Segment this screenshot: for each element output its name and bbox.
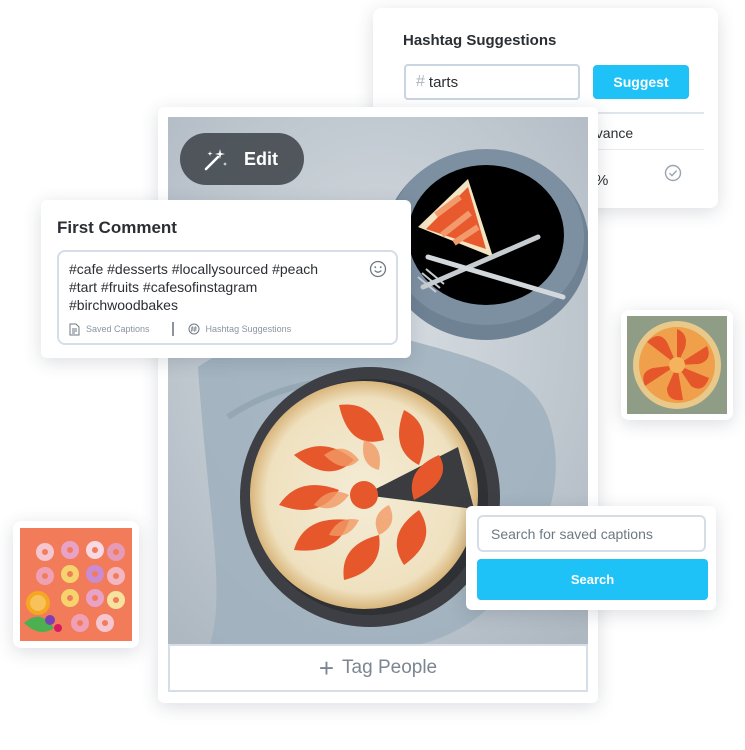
comment-line: #tart #fruits #cafesofinstagram [69,279,258,295]
saved-captions-label: Saved Captions [86,324,150,334]
post-card: + Tag People [158,107,598,703]
first-comment-text: #cafe #desserts #locallysourced #peach #… [69,260,359,314]
plus-icon: + [318,653,335,683]
hashtag-suggestions-link[interactable]: Hashtag Suggestions [188,323,292,335]
edit-label: Edit [244,148,278,169]
emoji-icon[interactable] [369,260,387,278]
tart-thumbnail-image [627,316,727,414]
edit-button[interactable]: Edit [180,133,304,185]
tag-people-label: Tag People [342,657,438,678]
first-comment-title: First Comment [57,218,177,237]
check-circle-icon[interactable] [664,164,682,182]
saved-captions-link[interactable]: Saved Captions [69,323,150,336]
hashtag-icon [188,323,200,335]
comment-line: #cafe #desserts #locallysourced #peach [69,261,319,277]
search-button[interactable]: Search [477,559,708,600]
tag-people-button[interactable]: + Tag People [168,644,588,692]
hashtag-panel-title: Hashtag Suggestions [403,32,557,49]
saved-captions-search-panel: Search [466,506,716,610]
comment-line: #birchwoodbakes [69,297,178,313]
comment-toolbar: Saved Captions Hashtag Suggestions [69,322,291,336]
hashtag-search-input[interactable]: # tarts [404,64,580,100]
suggest-button[interactable]: Suggest [593,65,689,99]
donuts-thumbnail[interactable] [13,521,139,648]
magic-wand-icon [204,149,227,171]
hash-icon: # [416,73,425,90]
saved-captions-icon [69,323,80,335]
hashtag-suggestions-label: Hashtag Suggestions [205,324,292,334]
saved-captions-search-input[interactable] [477,515,706,552]
hashtag-input-value: tarts [428,73,459,91]
first-comment-input[interactable]: #cafe #desserts #locallysourced #peach #… [57,250,398,345]
donuts-thumbnail-image [20,528,132,641]
first-comment-panel: First Comment #cafe #desserts #locallyso… [41,200,411,358]
divider [171,322,174,336]
tart-thumbnail[interactable] [621,310,733,420]
